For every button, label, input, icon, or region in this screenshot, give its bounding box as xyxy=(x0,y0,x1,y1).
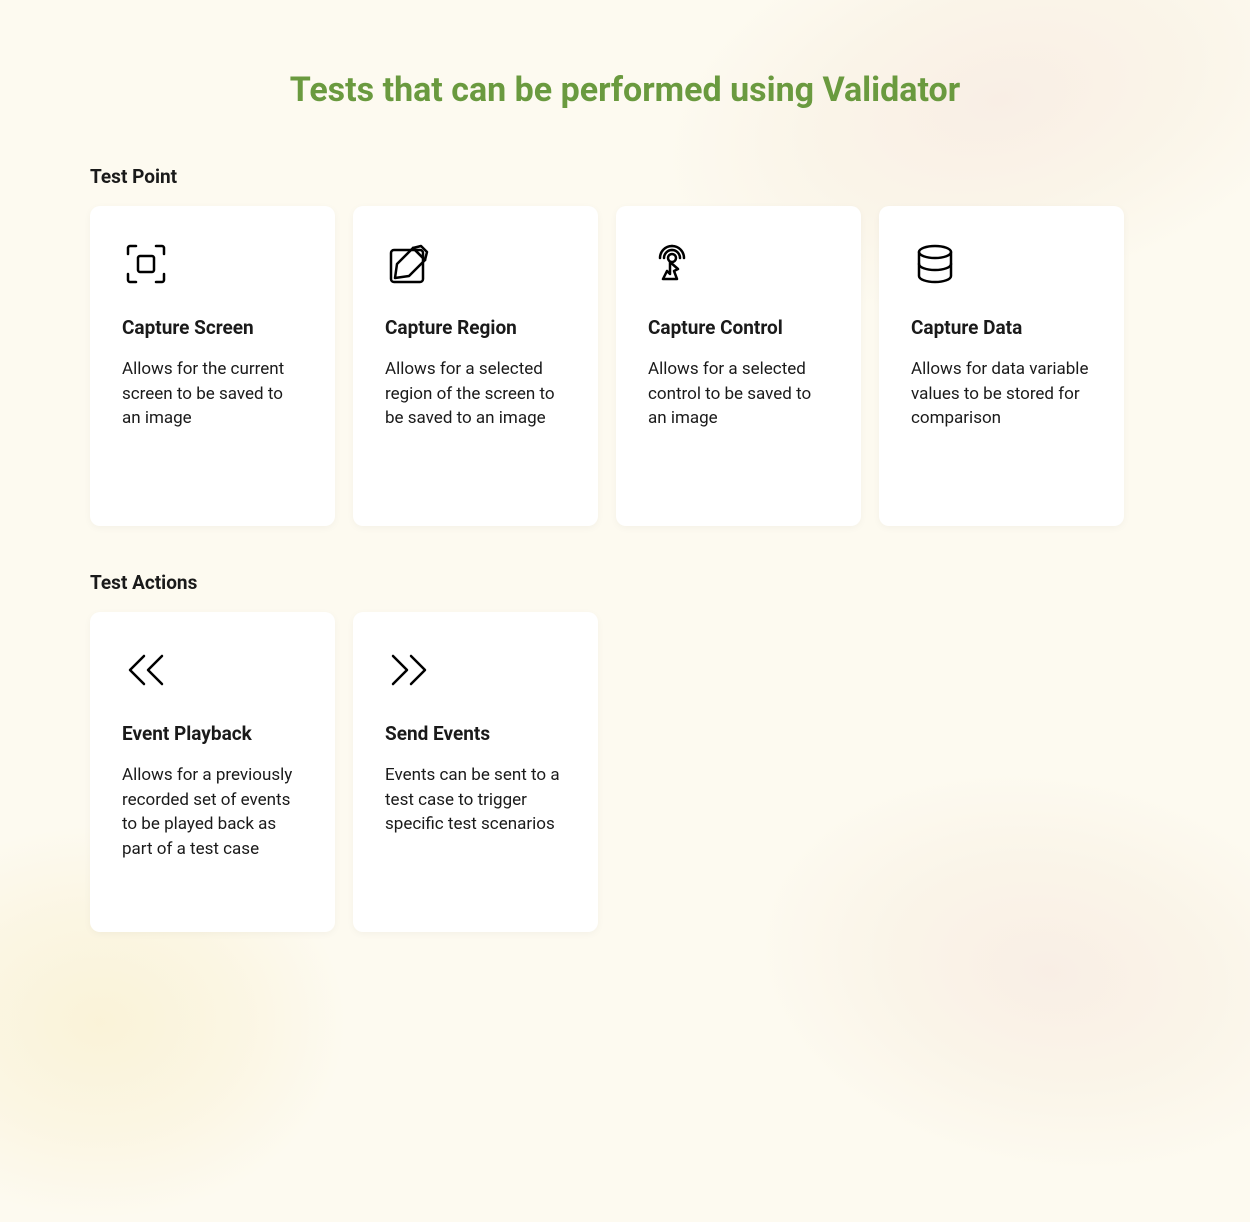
card-title: Capture Region xyxy=(385,316,566,339)
test-actions-cards-row: Event Playback Allows for a previously r… xyxy=(90,612,1160,932)
capture-control-icon xyxy=(648,240,696,288)
card-capture-region: Capture Region Allows for a selected reg… xyxy=(353,206,598,526)
capture-region-icon xyxy=(385,240,433,288)
event-playback-icon xyxy=(122,646,170,694)
capture-screen-icon xyxy=(122,240,170,288)
test-point-cards-row: Capture Screen Allows for the current sc… xyxy=(90,206,1160,526)
send-events-icon xyxy=(385,646,433,694)
card-desc: Allows for a selected region of the scre… xyxy=(385,357,566,431)
card-desc: Allows for a previously recorded set of … xyxy=(122,763,303,862)
card-capture-control: Capture Control Allows for a selected co… xyxy=(616,206,861,526)
section-heading-test-point: Test Point xyxy=(90,165,1160,188)
capture-data-icon xyxy=(911,240,959,288)
card-desc: Events can be sent to a test case to tri… xyxy=(385,763,566,837)
card-title: Capture Screen xyxy=(122,316,303,339)
card-title: Send Events xyxy=(385,722,566,745)
card-capture-data: Capture Data Allows for data variable va… xyxy=(879,206,1124,526)
card-title: Capture Data xyxy=(911,316,1092,339)
card-capture-screen: Capture Screen Allows for the current sc… xyxy=(90,206,335,526)
card-title: Event Playback xyxy=(122,722,303,745)
card-event-playback: Event Playback Allows for a previously r… xyxy=(90,612,335,932)
page-title: Tests that can be performed using Valida… xyxy=(90,70,1160,110)
card-desc: Allows for the current screen to be save… xyxy=(122,357,303,431)
card-desc: Allows for data variable values to be st… xyxy=(911,357,1092,431)
card-title: Capture Control xyxy=(648,316,829,339)
section-heading-test-actions: Test Actions xyxy=(90,571,1160,594)
card-send-events: Send Events Events can be sent to a test… xyxy=(353,612,598,932)
card-desc: Allows for a selected control to be save… xyxy=(648,357,829,431)
